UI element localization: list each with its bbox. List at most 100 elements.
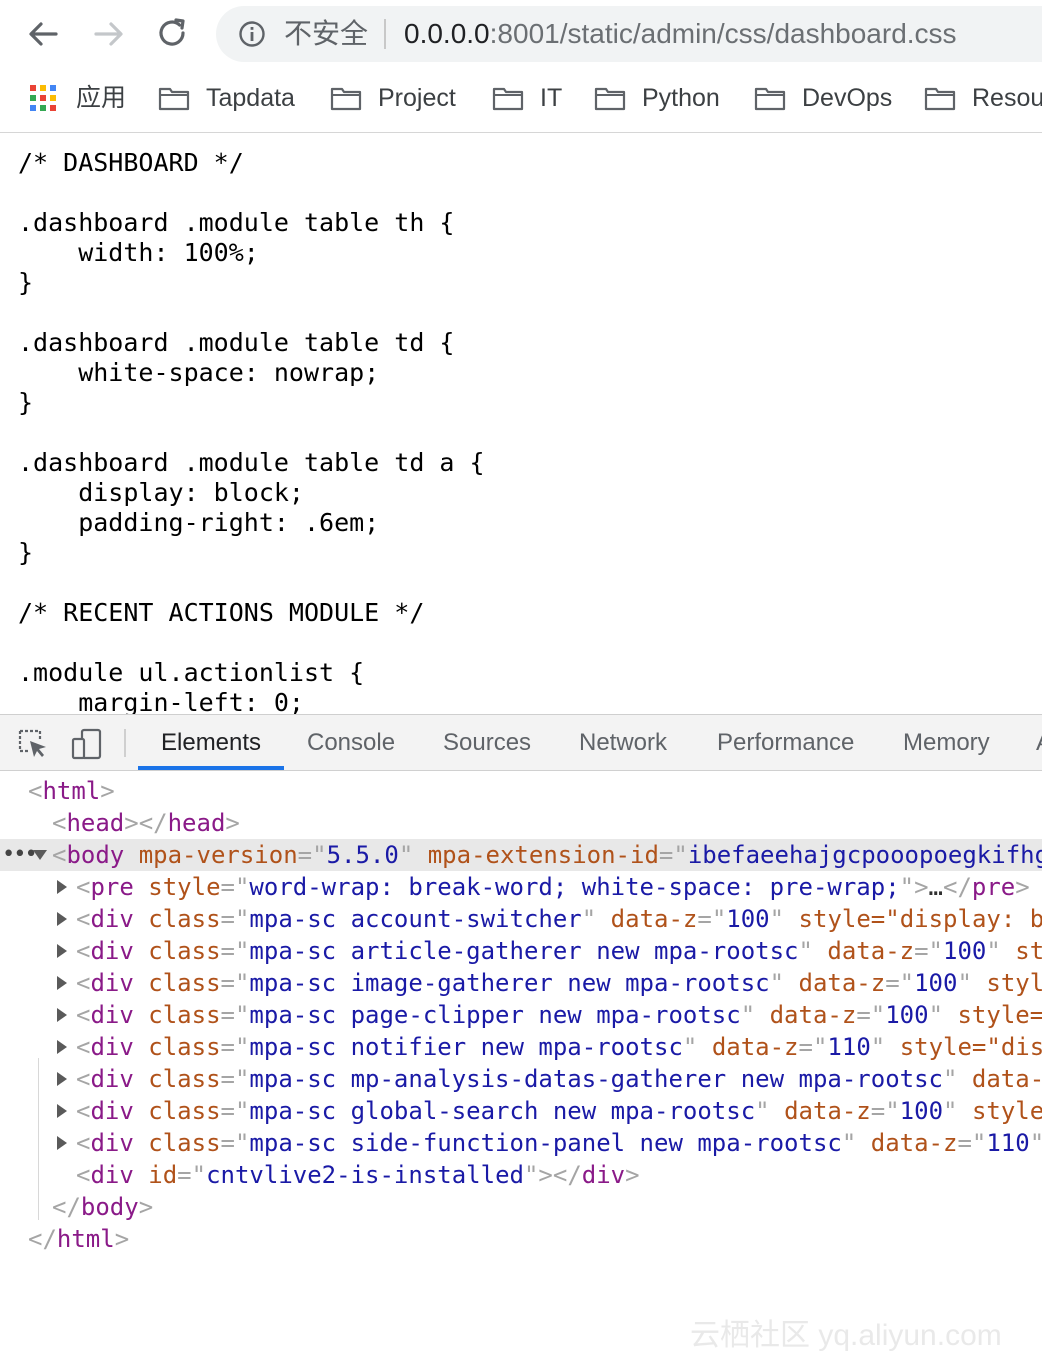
attr-name: styl xyxy=(986,969,1042,997)
back-button[interactable] xyxy=(24,14,64,54)
expand-arrow-icon[interactable] xyxy=(57,912,67,926)
tag-name: div xyxy=(581,1161,626,1189)
attr-name: data-z xyxy=(870,1129,958,1157)
inspect-cursor-icon xyxy=(18,729,46,757)
bookmark-project[interactable]: Project xyxy=(330,83,470,117)
attr-name: data-z xyxy=(798,969,886,997)
dom-node-div[interactable]: <div class="mpa-sc global-search new mpa… xyxy=(0,1095,1042,1127)
folder-icon xyxy=(924,87,956,111)
collapse-arrow-icon[interactable] xyxy=(33,850,47,860)
more-options-icon[interactable]: ••• xyxy=(2,839,38,871)
dom-node-html[interactable]: <html> xyxy=(0,775,1042,807)
folder-icon xyxy=(594,87,626,111)
attr-value: 100 xyxy=(943,937,987,965)
bookmark-python[interactable]: Python xyxy=(594,83,734,117)
dom-node-head[interactable]: <head></head> xyxy=(0,807,1042,839)
device-mode-icon xyxy=(71,728,102,760)
attr-name: class xyxy=(148,1097,221,1125)
bookmark-label: Resou xyxy=(972,84,1042,112)
bookmark-tapdata[interactable]: Tapdata xyxy=(158,83,308,117)
tag-name: div xyxy=(90,1161,134,1189)
tag-name: pre xyxy=(971,873,1016,901)
omnibox-divider xyxy=(384,19,386,49)
devtools-tab-bar: Elements Console Sources Network Perform… xyxy=(0,715,1042,771)
attr-name: mpa-extension-id xyxy=(427,841,659,869)
address-bar[interactable]: 不安全 0.0.0.0:8001/static/admin/css/dashbo… xyxy=(216,6,1042,62)
bookmark-devops[interactable]: DevOps xyxy=(754,83,904,117)
attr-name: data-z xyxy=(827,937,915,965)
device-toolbar-button[interactable] xyxy=(70,727,104,761)
bookmark-apps[interactable]: 应用 xyxy=(30,83,130,117)
dom-node-installed-div[interactable]: <div id="cntvlive2-is-installed"></div> xyxy=(0,1159,1042,1191)
tab-console[interactable]: Console xyxy=(307,715,395,770)
tag-name: head xyxy=(66,809,125,837)
attr-value: mpa-sc article-gatherer new mpa-rootsc xyxy=(249,937,799,965)
attr-name: data-z xyxy=(784,1097,871,1125)
expand-arrow-icon[interactable] xyxy=(57,1072,67,1086)
tab-memory[interactable]: Memory xyxy=(903,715,990,770)
expand-arrow-icon[interactable] xyxy=(57,944,67,958)
inspect-element-button[interactable] xyxy=(16,727,50,761)
attr-name: class xyxy=(148,905,221,933)
expand-arrow-icon[interactable] xyxy=(57,1104,67,1118)
tab-elements[interactable]: Elements xyxy=(161,715,261,770)
dom-node-body-close[interactable]: </body> xyxy=(0,1191,1042,1223)
bookmark-label: 应用 xyxy=(76,84,127,112)
attr-value: 100 xyxy=(885,1001,929,1029)
tag-name: body xyxy=(80,1193,139,1221)
attr-value: mpa-sc mp-analysis-datas-gatherer new mp… xyxy=(249,1065,943,1093)
tab-sources[interactable]: Sources xyxy=(443,715,531,770)
attr-name: style="display: b xyxy=(798,905,1042,933)
tree-indent-guide xyxy=(38,1058,39,1220)
dom-node-pre[interactable]: <pre style="word-wrap: break-word; white… xyxy=(0,871,1042,903)
expand-arrow-icon[interactable] xyxy=(57,1008,67,1022)
reload-icon xyxy=(159,18,185,46)
tag-name: div xyxy=(90,1033,134,1061)
dom-node-body[interactable]: ••• <body mpa-version="5.5.0" mpa-extens… xyxy=(0,839,1042,871)
tab-performance[interactable]: Performance xyxy=(717,715,854,770)
expand-arrow-icon[interactable] xyxy=(57,1136,67,1150)
folder-icon xyxy=(330,87,362,111)
bookmark-resources[interactable]: Resou xyxy=(924,83,1042,117)
expand-arrow-icon[interactable] xyxy=(57,1040,67,1054)
attr-value: 100 xyxy=(899,1097,944,1125)
attr-name: mpa-version xyxy=(138,841,298,869)
dom-node-div[interactable]: <div class="mpa-sc side-function-panel n… xyxy=(0,1127,1042,1159)
dom-node-div[interactable]: <div class="mpa-sc image-gatherer new mp… xyxy=(0,967,1042,999)
reload-button[interactable] xyxy=(152,14,192,54)
toolbar-divider xyxy=(124,729,126,757)
expand-arrow-icon[interactable] xyxy=(57,880,67,894)
active-tab-indicator xyxy=(138,766,284,770)
tag-name: div xyxy=(90,1065,134,1093)
info-icon[interactable] xyxy=(238,20,266,48)
attr-value: 100 xyxy=(914,969,958,997)
tab-network[interactable]: Network xyxy=(579,715,667,770)
attr-value: mpa-sc page-clipper new mpa-rootsc xyxy=(249,1001,741,1029)
url-text[interactable]: 0.0.0.0:8001/static/admin/css/dashboard.… xyxy=(404,18,957,50)
page-content: /* DASHBOARD */ .dashboard .module table… xyxy=(0,133,1042,714)
expand-arrow-icon[interactable] xyxy=(57,976,67,990)
forward-button[interactable] xyxy=(88,14,128,54)
attr-name: class xyxy=(148,1001,221,1029)
dom-node-div[interactable]: <div class="mpa-sc notifier new mpa-root… xyxy=(0,1031,1042,1063)
security-label[interactable]: 不安全 xyxy=(284,18,368,50)
attr-name: st xyxy=(1015,937,1042,965)
dom-node-div[interactable]: <div class="mpa-sc mp-analysis-datas-gat… xyxy=(0,1063,1042,1095)
bookmark-it[interactable]: IT xyxy=(492,83,572,117)
attr-value: mpa-sc account-switcher xyxy=(249,905,582,933)
dom-node-div[interactable]: <div class="mpa-sc article-gatherer new … xyxy=(0,935,1042,967)
tag-name: body xyxy=(66,841,125,869)
dom-node-div[interactable]: <div class="mpa-sc page-clipper new mpa-… xyxy=(0,999,1042,1031)
dom-node-html-close[interactable]: </html> xyxy=(0,1223,1042,1255)
attr-name: data-z xyxy=(711,1033,799,1061)
dom-node-div[interactable]: <div class="mpa-sc account-switcher" dat… xyxy=(0,903,1042,935)
forward-arrow-icon xyxy=(94,22,123,46)
url-host: 0.0.0.0 xyxy=(404,18,490,49)
attr-value: mpa-sc notifier new mpa-rootsc xyxy=(249,1033,683,1061)
tab-application-partial[interactable]: A xyxy=(1036,715,1042,770)
devtools-panel: Elements Console Sources Network Perform… xyxy=(0,714,1042,1357)
css-source-text: /* DASHBOARD */ .dashboard .module table… xyxy=(18,148,485,714)
tag-name: head xyxy=(167,809,226,837)
attr-name: data-z xyxy=(769,1001,857,1029)
attr-name: class xyxy=(148,1129,221,1157)
